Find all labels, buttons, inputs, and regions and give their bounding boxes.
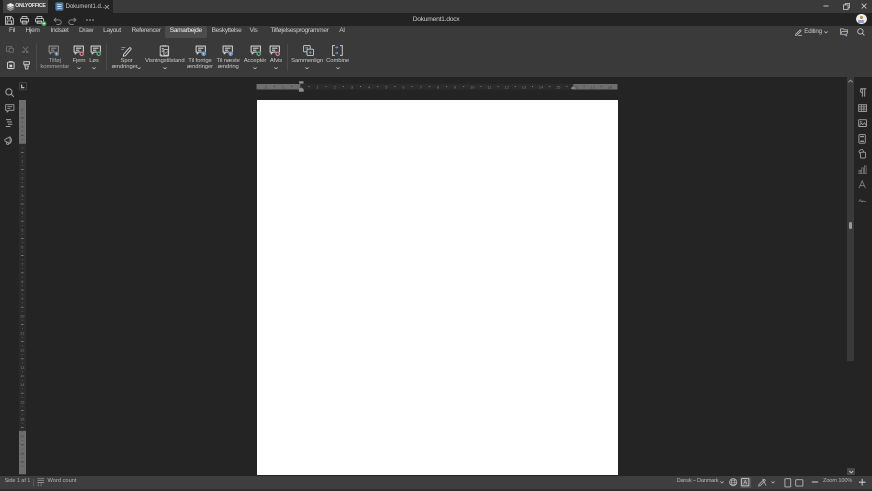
- svg-text:2: 2: [21, 107, 23, 112]
- svg-text:11: 11: [20, 331, 24, 336]
- svg-text:2: 2: [21, 176, 23, 181]
- svg-text:1: 1: [21, 159, 23, 164]
- svg-text:9: 9: [21, 296, 23, 301]
- svg-text:17: 17: [20, 434, 24, 439]
- svg-text:2: 2: [334, 84, 336, 89]
- svg-text:5: 5: [21, 227, 23, 232]
- svg-text:5: 5: [385, 84, 387, 89]
- svg-text:15: 15: [20, 399, 24, 404]
- svg-text:6: 6: [21, 245, 23, 250]
- svg-text:3: 3: [351, 84, 353, 89]
- svg-text:16: 16: [20, 417, 24, 422]
- svg-text:17: 17: [591, 84, 595, 89]
- svg-text:1: 1: [316, 84, 318, 89]
- svg-text:13: 13: [20, 365, 24, 370]
- svg-text:7: 7: [21, 262, 23, 267]
- svg-text:1 2: 1 2: [37, 483, 42, 486]
- svg-text:6: 6: [402, 84, 404, 89]
- svg-text:1: 1: [282, 84, 284, 89]
- svg-text:12: 12: [20, 348, 24, 353]
- svg-text:8: 8: [21, 279, 23, 284]
- svg-text:2: 2: [265, 84, 267, 89]
- svg-text:9: 9: [454, 84, 456, 89]
- svg-text:1: 1: [21, 124, 23, 129]
- svg-text:13: 13: [522, 84, 526, 89]
- svg-text:18: 18: [20, 451, 24, 456]
- svg-text:3: 3: [21, 193, 23, 198]
- svg-text:15: 15: [556, 84, 560, 89]
- svg-text:A: A: [743, 481, 747, 487]
- svg-text:11: 11: [487, 84, 491, 89]
- svg-text:8: 8: [437, 84, 439, 89]
- svg-text:18: 18: [608, 84, 612, 89]
- svg-text:12: 12: [505, 84, 509, 89]
- svg-text:7: 7: [420, 84, 422, 89]
